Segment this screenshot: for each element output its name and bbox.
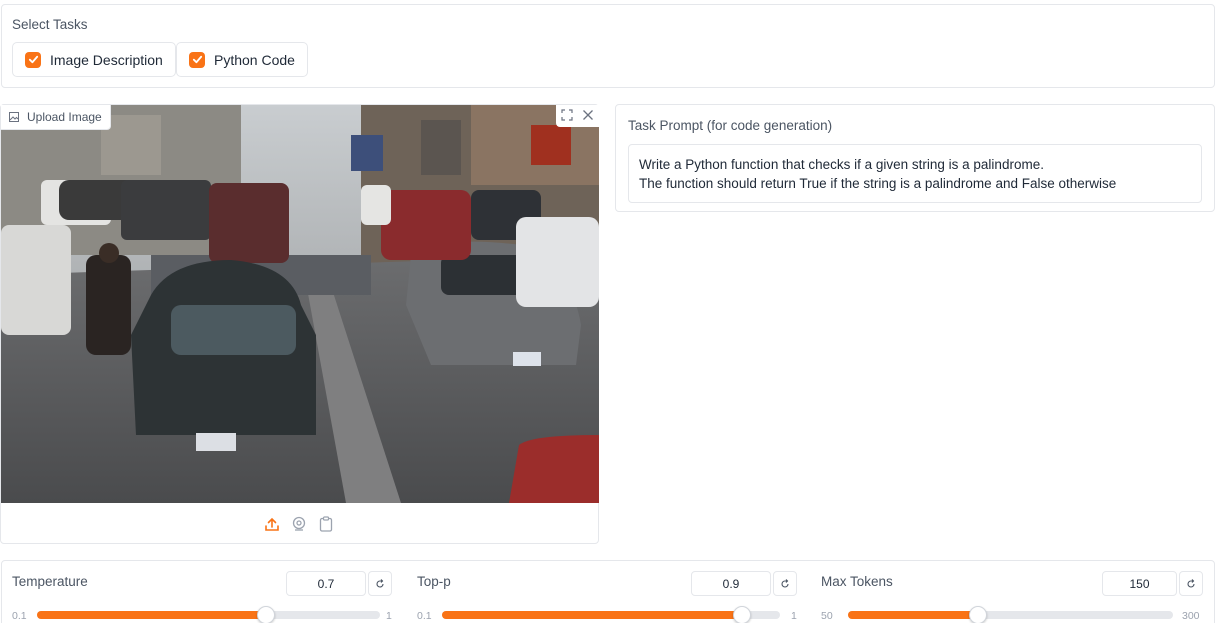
reset-icon: [781, 578, 789, 588]
python-code-checkbox[interactable]: Python Code: [176, 42, 308, 77]
top-p-label: Top-p: [417, 574, 451, 589]
top-p-track[interactable]: [442, 606, 780, 623]
reset-icon: [1187, 578, 1195, 588]
image-source-bar: [263, 515, 334, 532]
image-icon: [9, 112, 19, 122]
temperature-min: 0.1: [12, 610, 27, 622]
top-p-thumb[interactable]: [733, 606, 752, 623]
check-icon: [189, 51, 205, 68]
generation-settings-panel: Temperature 0.7 0.1 1 Top-p 0.9 0.1 1 Ma…: [1, 560, 1215, 623]
task-prompt-textarea[interactable]: Write a Python function that checks if a…: [628, 144, 1202, 203]
select-tasks-panel: Select Tasks Image Description Python Co…: [1, 4, 1215, 88]
image-upload-panel: Upload Image: [0, 104, 599, 544]
max-tokens-slider-group: Max Tokens 150 50 300: [811, 561, 1203, 623]
task-prompt-line-1: Write a Python function that checks if a…: [639, 157, 1044, 172]
max-tokens-input[interactable]: 150: [1102, 571, 1177, 596]
max-tokens-track[interactable]: [848, 606, 1173, 623]
max-tokens-reset-button[interactable]: [1179, 571, 1203, 596]
task-prompt-line-2: The function should return True if the s…: [639, 176, 1117, 191]
fullscreen-icon[interactable]: [561, 108, 573, 124]
reset-icon: [376, 578, 384, 588]
top-p-fill: [442, 611, 743, 619]
top-p-reset-button[interactable]: [773, 571, 797, 596]
max-tokens-fill: [848, 611, 978, 619]
max-tokens-thumb[interactable]: [969, 606, 987, 623]
temperature-input[interactable]: 0.7: [286, 571, 366, 596]
task-prompt-label: Task Prompt (for code generation): [628, 118, 833, 133]
top-p-max: 1: [791, 610, 797, 622]
clipboard-icon[interactable]: [317, 515, 334, 532]
python-code-label: Python Code: [214, 51, 295, 68]
top-p-slider-group: Top-p 0.9 0.1 1: [407, 561, 797, 623]
temperature-label: Temperature: [12, 574, 88, 589]
max-tokens-min: 50: [821, 610, 833, 622]
temperature-reset-button[interactable]: [368, 571, 392, 596]
check-icon: [25, 51, 41, 68]
image-description-label: Image Description: [50, 51, 163, 68]
temperature-fill: [37, 611, 266, 619]
select-tasks-label: Select Tasks: [12, 17, 88, 32]
max-tokens-label: Max Tokens: [821, 574, 893, 589]
image-controls: [556, 105, 599, 127]
upload-icon[interactable]: [263, 515, 280, 532]
temperature-max: 1: [386, 610, 392, 622]
temperature-thumb[interactable]: [256, 606, 275, 623]
task-prompt-panel: Task Prompt (for code generation) Write …: [615, 104, 1215, 212]
webcam-icon[interactable]: [290, 515, 307, 532]
max-tokens-max: 300: [1182, 610, 1200, 622]
top-p-min: 0.1: [417, 610, 432, 622]
top-p-input[interactable]: 0.9: [691, 571, 771, 596]
upload-image-label: Upload Image: [27, 110, 102, 124]
upload-image-badge: Upload Image: [1, 105, 111, 130]
uploaded-street-photo: [1, 105, 599, 503]
temperature-track[interactable]: [37, 606, 380, 623]
temperature-slider-group: Temperature 0.7 0.1 1: [2, 561, 392, 623]
image-description-checkbox[interactable]: Image Description: [12, 42, 176, 77]
close-icon[interactable]: [582, 108, 594, 124]
